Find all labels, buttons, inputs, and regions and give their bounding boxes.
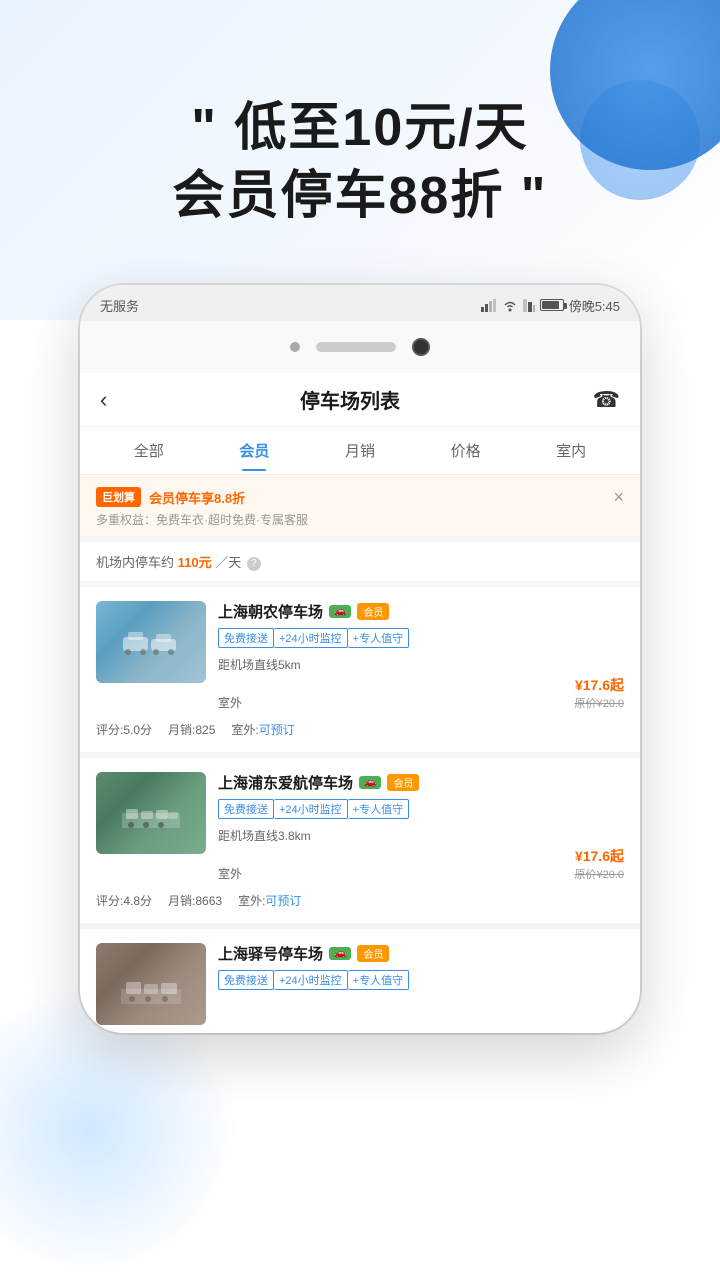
badge-member-1: 会员	[357, 603, 389, 620]
tab-member[interactable]: 会员	[202, 430, 308, 471]
hero-line1: " 低至10元/天	[40, 95, 680, 163]
parking-card-1[interactable]: 上海朝农停车场 🚗 会员 免费接送 +24小时监控 +专人值守 距机场直线5km…	[80, 587, 640, 758]
card-bookable-2[interactable]: 可预订	[265, 894, 301, 908]
status-right: 傍晚5:45	[481, 296, 620, 315]
badge-member-3: 会员	[357, 945, 389, 962]
page-title: 停车场列表	[300, 385, 400, 414]
tab-indoor[interactable]: 室内	[518, 430, 624, 471]
card-outdoor-1: 室外:可预订	[231, 721, 294, 738]
feature-tag-3-1: +24小时监控	[274, 970, 348, 990]
badge-green-2: 🚗	[359, 776, 381, 789]
promo-top-row: 巨划算 会员停车享8.8折	[96, 487, 624, 507]
airport-price-value: 110元	[178, 555, 212, 570]
sensor-dot	[290, 342, 300, 352]
feature-tag-1-2: +专人值守	[348, 628, 409, 648]
price-original-1: 原价¥20.0	[574, 695, 624, 711]
card-price-2: ¥17.6起 原价¥20.0	[574, 846, 624, 882]
camera-dot	[412, 338, 430, 356]
phone-button[interactable]: ☎	[593, 387, 620, 413]
data-icon	[523, 299, 535, 312]
promo-banner: 巨划算 会员停车享8.8折 多重权益：免费车衣·超时免费·专属客服 ×	[80, 475, 640, 542]
feature-tags-3: 免费接送 +24小时监控 +专人值守	[218, 970, 624, 990]
no-service-label: 无服务	[100, 296, 139, 315]
card-info-3: 上海驿号停车场 🚗 会员 免费接送 +24小时监控 +专人值守	[218, 943, 624, 1025]
badge-member-2: 会员	[387, 774, 419, 791]
time-label: 傍晚5:45	[569, 296, 620, 315]
card-monthly-2: 月销:8663	[168, 892, 222, 909]
feature-tag-1-1: +24小时监控	[274, 628, 348, 648]
tab-monthly[interactable]: 月销	[307, 430, 413, 471]
feature-tag-2-1: +24小时监控	[274, 799, 348, 819]
battery-icon	[540, 299, 564, 311]
hero-section: " 低至10元/天 会员停车88折 "	[0, 95, 720, 230]
card-info-2: 上海浦东爱航停车场 🚗 会员 免费接送 +24小时监控 +专人值守 距机场直线3…	[218, 772, 624, 882]
hero-line2: 会员停车88折 "	[40, 163, 680, 231]
card-top-3: 上海驿号停车场 🚗 会员 免费接送 +24小时监控 +专人值守	[96, 943, 624, 1025]
feature-tag-3-0: 免费接送	[218, 970, 274, 990]
feature-tag-1-0: 免费接送	[218, 628, 274, 648]
card-rating-2: 评分:4.8分	[96, 892, 152, 909]
card-rating-1: 评分:5.0分	[96, 721, 152, 738]
feature-tag-2-2: +专人值守	[348, 799, 409, 819]
promo-close-button[interactable]: ×	[613, 487, 624, 508]
card-name-2: 上海浦东爱航停车场	[218, 772, 353, 793]
card-bottom-1: 评分:5.0分 月销:825 室外:可预订	[96, 721, 624, 738]
promo-tag: 巨划算	[96, 487, 141, 507]
help-icon[interactable]: ?	[247, 557, 261, 571]
airport-price-info: 机场内停车约 110元 ／天 ?	[80, 542, 640, 587]
back-button[interactable]: ‹	[100, 387, 107, 413]
card-type-2: 室外	[218, 865, 242, 882]
card-type-1: 室外	[218, 694, 242, 711]
tab-all[interactable]: 全部	[96, 430, 202, 471]
signal-icon	[481, 299, 497, 312]
price-current-2: ¥17.6起	[574, 846, 624, 866]
feature-tag-3-2: +专人值守	[348, 970, 409, 990]
badge-green-1: 🚗	[329, 605, 351, 618]
card-info-1: 上海朝农停车场 🚗 会员 免费接送 +24小时监控 +专人值守 距机场直线5km…	[218, 601, 624, 711]
card-name-1: 上海朝农停车场	[218, 601, 323, 622]
feature-tags-2: 免费接送 +24小时监控 +专人值守	[218, 799, 624, 819]
card-image-2	[96, 772, 206, 854]
promo-sub: 多重权益：免费车衣·超时免费·专属客服	[96, 511, 624, 528]
parking-card-3[interactable]: 上海驿号停车场 🚗 会员 免费接送 +24小时监控 +专人值守	[80, 929, 640, 1033]
card-distance-1: 距机场直线5km	[218, 656, 624, 673]
airport-price-unit: ／天	[215, 555, 241, 570]
parking-card-2[interactable]: 上海浦东爱航停车场 🚗 会员 免费接送 +24小时监控 +专人值守 距机场直线3…	[80, 758, 640, 929]
price-original-2: 原价¥20.0	[574, 866, 624, 882]
filter-tabs: 全部 会员 月销 价格 室内	[80, 427, 640, 475]
parking-image-1	[96, 601, 206, 683]
tab-price[interactable]: 价格	[413, 430, 519, 471]
feature-tag-2-0: 免费接送	[218, 799, 274, 819]
card-name-row-2: 上海浦东爱航停车场 🚗 会员	[218, 772, 624, 793]
main-content: 巨划算 会员停车享8.8折 多重权益：免费车衣·超时免费·专属客服 × 机场内停…	[80, 475, 640, 1033]
signal-area: 无服务	[100, 296, 139, 315]
camera-bar	[80, 321, 640, 373]
card-image-3	[96, 943, 206, 1025]
card-image-1	[96, 601, 206, 683]
status-bar: 无服务	[80, 285, 640, 321]
badge-green-3: 🚗	[329, 947, 351, 960]
feature-tags-1: 免费接送 +24小时监控 +专人值守	[218, 628, 624, 648]
card-outdoor-2: 室外:可预订	[238, 892, 301, 909]
phone-mockup: 无服务	[80, 285, 640, 1033]
wifi-icon	[502, 299, 518, 312]
card-bottom-2: 评分:4.8分 月销:8663 室外:可预订	[96, 892, 624, 909]
card-top-2: 上海浦东爱航停车场 🚗 会员 免费接送 +24小时监控 +专人值守 距机场直线3…	[96, 772, 624, 882]
card-monthly-1: 月销:825	[168, 721, 215, 738]
card-top-1: 上海朝农停车场 🚗 会员 免费接送 +24小时监控 +专人值守 距机场直线5km…	[96, 601, 624, 711]
card-bookable-1[interactable]: 可预订	[259, 723, 295, 737]
promo-text: 会员停车享8.8折	[149, 488, 245, 507]
card-name-row-1: 上海朝农停车场 🚗 会员	[218, 601, 624, 622]
parking-image-2	[96, 772, 206, 854]
card-name-3: 上海驿号停车场	[218, 943, 323, 964]
card-distance-2: 距机场直线3.8km	[218, 827, 624, 844]
speaker	[316, 342, 396, 352]
navigation-bar: ‹ 停车场列表 ☎	[80, 373, 640, 427]
parking-image-3	[96, 943, 206, 1025]
card-name-row-3: 上海驿号停车场 🚗 会员	[218, 943, 624, 964]
card-price-1: ¥17.6起 原价¥20.0	[574, 675, 624, 711]
price-current-1: ¥17.6起	[574, 675, 624, 695]
airport-price-label: 机场内停车约	[96, 555, 174, 570]
